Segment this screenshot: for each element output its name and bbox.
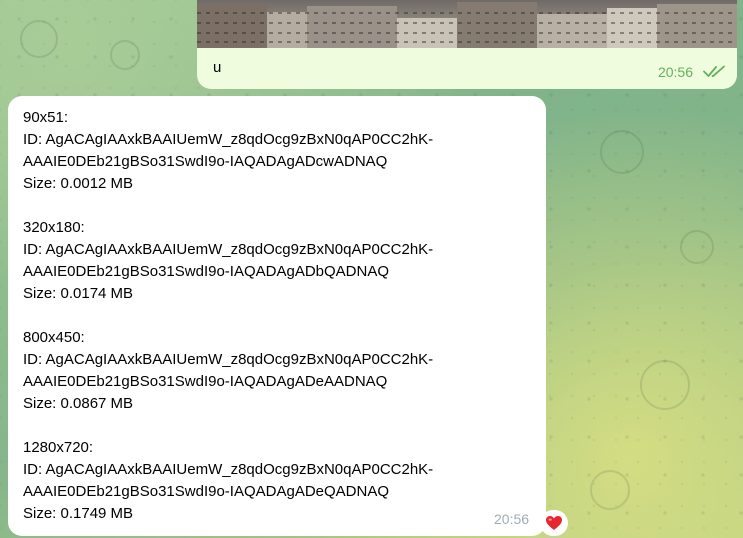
file-id-line: AAAIE0DEb21gBSo31SwdI9o-IAQADAgADeQADNAQ	[23, 483, 390, 500]
file-id-line: AAAIE0DEb21gBSo31SwdI9o-IAQADAgADcwADNAQ	[23, 153, 388, 170]
outgoing-photo-message[interactable]: u 20:56	[197, 0, 737, 89]
wallpaper-doodle	[20, 20, 58, 58]
file-id-line: ID: AgACAgIAAxkBAAIUemW_z8qdOcg9zBxN0qAP…	[23, 241, 434, 258]
message-body: 90x51: ID: AgACAgIAAxkBAAIUemW_z8qdOcg9z…	[23, 107, 533, 525]
wallpaper-doodle	[110, 40, 140, 70]
message-time: 20:56	[657, 64, 693, 80]
wallpaper-doodle	[680, 230, 714, 264]
size-dimensions: 1280x720:	[23, 439, 94, 456]
double-check-icon	[703, 65, 725, 78]
file-id-line: AAAIE0DEb21gBSo31SwdI9o-IAQADAgADbQADNAQ	[23, 263, 390, 280]
file-size: Size: 0.0867 MB	[23, 395, 134, 412]
photo-size-entry: 90x51: ID: AgACAgIAAxkBAAIUemW_z8qdOcg9z…	[23, 107, 533, 195]
wallpaper-doodle	[600, 130, 644, 174]
incoming-text-message[interactable]: 90x51: ID: AgACAgIAAxkBAAIUemW_z8qdOcg9z…	[8, 96, 546, 536]
size-dimensions: 90x51:	[23, 109, 69, 126]
wallpaper-doodle	[640, 360, 690, 410]
reaction-badge[interactable]	[540, 510, 568, 536]
file-id-line: ID: AgACAgIAAxkBAAIUemW_z8qdOcg9zBxN0qAP…	[23, 461, 434, 478]
photo-caption: u	[213, 59, 222, 76]
photo-size-entry: 1280x720: ID: AgACAgIAAxkBAAIUemW_z8qdOc…	[23, 437, 533, 525]
size-dimensions: 320x180:	[23, 219, 85, 236]
file-id-line: ID: AgACAgIAAxkBAAIUemW_z8qdOcg9zBxN0qAP…	[23, 351, 434, 368]
file-id-line: AAAIE0DEb21gBSo31SwdI9o-IAQADAgADeAADNAQ	[23, 373, 388, 390]
file-size: Size: 0.0012 MB	[23, 175, 134, 192]
file-size: Size: 0.1749 MB	[23, 505, 134, 522]
city-photo[interactable]	[197, 0, 737, 48]
red-heart-icon	[546, 516, 562, 530]
size-dimensions: 800x450:	[23, 329, 85, 346]
wallpaper-doodle	[590, 470, 630, 510]
file-id-line: ID: AgACAgIAAxkBAAIUemW_z8qdOcg9zBxN0qAP…	[23, 131, 434, 148]
photo-size-entry: 320x180: ID: AgACAgIAAxkBAAIUemW_z8qdOcg…	[23, 217, 533, 305]
photo-size-entry: 800x450: ID: AgACAgIAAxkBAAIUemW_z8qdOcg…	[23, 327, 533, 415]
message-time: 20:56	[494, 511, 530, 527]
file-size: Size: 0.0174 MB	[23, 285, 134, 302]
